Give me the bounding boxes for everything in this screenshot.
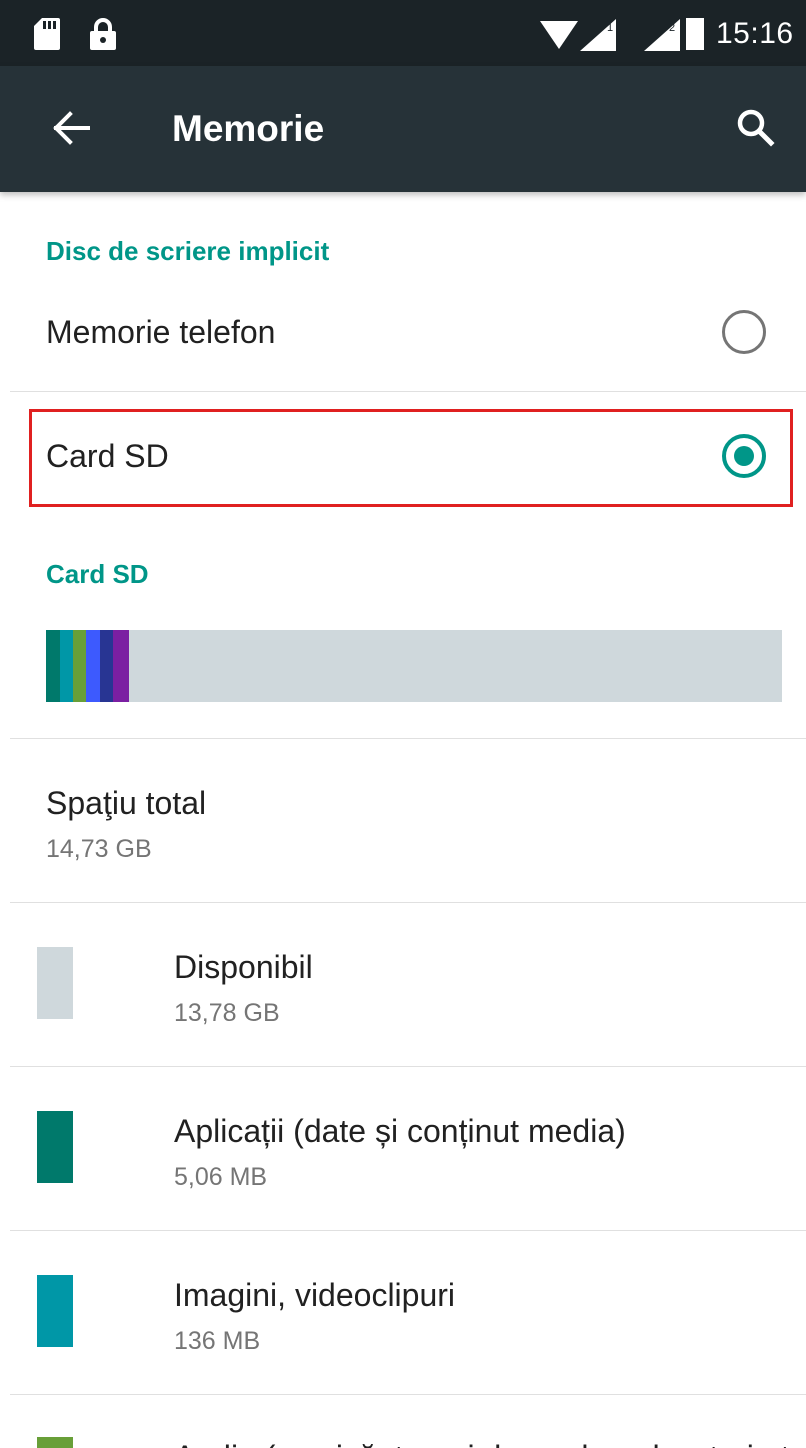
storage-item-apps[interactable]: Aplicații (date și conținut media) 5,06 …: [0, 1067, 806, 1229]
divider: [10, 391, 806, 392]
arrow-back-icon[interactable]: [40, 96, 104, 160]
total-space-label: Spaţiu total: [46, 785, 207, 821]
svg-text:2: 2: [669, 22, 675, 34]
wifi-icon: [540, 21, 578, 49]
radio-unselected[interactable]: [722, 310, 766, 354]
option-phone-memory[interactable]: Memorie telefon: [0, 290, 806, 390]
highlight-annotation: [29, 409, 793, 507]
svg-text:1: 1: [607, 22, 613, 34]
usage-segment: [86, 630, 100, 702]
color-swatch: [37, 1437, 73, 1448]
page-title: Memorie: [172, 108, 325, 149]
usage-segment: [112, 630, 130, 702]
color-swatch: [37, 1111, 73, 1183]
item-value: 5,06 MB: [174, 1163, 268, 1191]
status-time: 15:16: [716, 17, 794, 50]
storage-item-images[interactable]: Imagini, videoclipuri 136 MB: [0, 1231, 806, 1393]
total-space-row[interactable]: Spaţiu total 14,73 GB: [0, 739, 806, 901]
usage-segment: [46, 630, 60, 702]
item-title: Audio (muzică, tonuri de apel, podcastur…: [174, 1439, 806, 1448]
app-bar: Memorie: [0, 66, 806, 192]
item-title: Imagini, videoclipuri: [174, 1277, 456, 1313]
storage-usage-bar: [46, 630, 782, 702]
storage-item-audio[interactable]: Audio (muzică, tonuri de apel, podcastur…: [0, 1395, 806, 1448]
item-value: 136 MB: [174, 1327, 261, 1355]
section-header-sd-card: Card SD: [46, 559, 149, 589]
color-swatch: [37, 1275, 73, 1347]
item-value: 13,78 GB: [174, 999, 280, 1027]
signal-sim1-icon: 1: [580, 19, 632, 51]
lock-icon: [90, 18, 116, 50]
storage-settings-screen: 1 2 15:16 Memorie Disc de scriere implic…: [0, 0, 806, 1448]
status-bar: 1 2 15:16: [0, 0, 806, 66]
item-title: Disponibil: [174, 949, 313, 985]
usage-segment: [99, 630, 113, 702]
signal-sim2-icon: 2: [644, 19, 680, 51]
usage-segment: [73, 630, 87, 702]
total-space-value: 14,73 GB: [46, 835, 152, 863]
section-header-default-disk: Disc de scriere implicit: [46, 236, 330, 266]
search-icon[interactable]: [724, 96, 788, 160]
item-title: Aplicații (date și conținut media): [174, 1113, 626, 1149]
storage-item-available[interactable]: Disponibil 13,78 GB: [0, 903, 806, 1065]
usage-segment: [59, 630, 74, 702]
battery-icon: [686, 18, 704, 50]
sd-card-icon: [34, 18, 60, 50]
option-label: Memorie telefon: [46, 314, 276, 350]
color-swatch: [37, 947, 73, 1019]
